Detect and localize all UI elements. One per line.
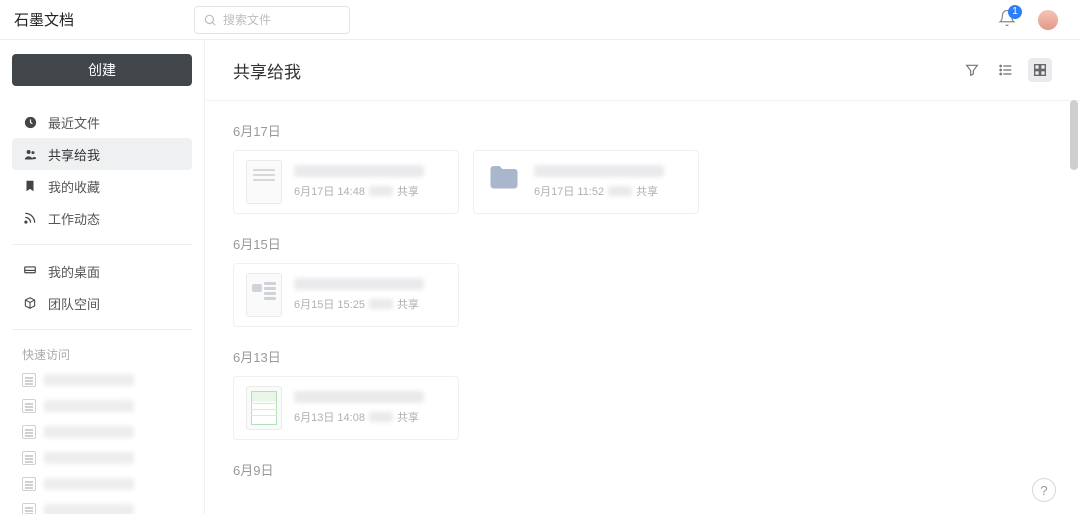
card-meta: 6月13日 14:08 共享 [294, 409, 446, 425]
doc-mini-icon [22, 425, 36, 439]
list-icon [998, 62, 1014, 78]
redacted-title [534, 165, 664, 177]
group-date: 6月9日 [233, 460, 1052, 479]
page-title: 共享给我 [233, 58, 301, 83]
main-header: 共享给我 [205, 40, 1080, 100]
quick-item[interactable] [12, 419, 192, 445]
group-date: 6月17日 [233, 121, 1052, 140]
board-icon [246, 273, 282, 317]
sidebar-item-activity[interactable]: 工作动态 [12, 202, 192, 234]
card-meta: 6月17日 14:48 共享 [294, 183, 446, 199]
divider [12, 244, 192, 245]
sidebar-item-shared[interactable]: 共享给我 [12, 138, 192, 170]
search-box[interactable] [194, 6, 350, 34]
doc-mini-icon [22, 373, 36, 387]
quick-item[interactable] [12, 445, 192, 471]
create-button[interactable]: 创建 [12, 54, 192, 86]
sidebar-item-label: 工作动态 [48, 209, 100, 228]
sidebar-item-desktop[interactable]: 我的桌面 [12, 255, 192, 287]
sidebar: 创建 最近文件 共享给我 我的收藏 工作动态 我的桌面 [0, 40, 205, 514]
redacted-title [294, 165, 424, 177]
sidebar-item-label: 共享给我 [48, 145, 100, 164]
doc-mini-icon [22, 399, 36, 413]
desktop-icon [22, 263, 38, 279]
box-icon [22, 295, 38, 311]
main-panel: 共享给我 6月17日 [205, 40, 1080, 514]
scrollbar-thumb[interactable] [1070, 100, 1078, 170]
divider [12, 329, 192, 330]
people-icon [22, 146, 38, 162]
sheet-icon [246, 386, 282, 430]
search-input[interactable] [223, 13, 341, 27]
sidebar-item-label: 最近文件 [48, 113, 100, 132]
quick-access-title: 快速访问 [12, 340, 192, 367]
card-meta: 6月15日 15:25 共享 [294, 296, 446, 312]
sidebar-item-team[interactable]: 团队空间 [12, 287, 192, 319]
group-date: 6月13日 [233, 347, 1052, 366]
quick-item[interactable] [12, 471, 192, 497]
filter-icon [964, 62, 980, 78]
clock-icon [22, 114, 38, 130]
sidebar-item-recent[interactable]: 最近文件 [12, 106, 192, 138]
redacted-text [44, 426, 134, 438]
file-card[interactable]: 6月15日 15:25 共享 [233, 263, 459, 327]
notification-badge: 1 [1008, 5, 1022, 19]
doc-icon [246, 160, 282, 204]
file-card[interactable]: 6月17日 14:48 共享 [233, 150, 459, 214]
doc-mini-icon [22, 451, 36, 465]
help-button[interactable]: ? [1032, 478, 1056, 502]
redacted-text [44, 504, 134, 514]
sidebar-item-label: 我的收藏 [48, 177, 100, 196]
file-card[interactable]: 6月17日 11:52 共享 [473, 150, 699, 214]
list-view-button[interactable] [994, 58, 1018, 82]
redacted-text [44, 478, 134, 490]
redacted-title [294, 391, 424, 403]
redacted-text [369, 299, 393, 309]
redacted-text [369, 412, 393, 422]
doc-mini-icon [22, 503, 36, 514]
redacted-text [369, 186, 393, 196]
top-bar: 石墨文档 1 [0, 0, 1080, 40]
card-meta: 6月17日 11:52 共享 [534, 183, 686, 199]
quick-item[interactable] [12, 393, 192, 419]
sidebar-item-favorites[interactable]: 我的收藏 [12, 170, 192, 202]
redacted-title [294, 278, 424, 290]
redacted-text [44, 400, 134, 412]
quick-item[interactable] [12, 497, 192, 514]
rss-icon [22, 210, 38, 226]
sidebar-item-label: 团队空间 [48, 294, 100, 313]
redacted-text [44, 374, 134, 386]
search-icon [203, 13, 217, 27]
notifications-button[interactable]: 1 [998, 9, 1016, 32]
content-scroll[interactable]: 6月17日 6月17日 14:48 共享 [205, 100, 1080, 514]
doc-mini-icon [22, 477, 36, 491]
redacted-text [608, 186, 632, 196]
group-date: 6月15日 [233, 234, 1052, 253]
filter-button[interactable] [960, 58, 984, 82]
grid-view-button[interactable] [1028, 58, 1052, 82]
quick-item[interactable] [12, 367, 192, 393]
folder-icon [486, 160, 522, 204]
sidebar-item-label: 我的桌面 [48, 262, 100, 281]
file-card[interactable]: 6月13日 14:08 共享 [233, 376, 459, 440]
bookmark-icon [22, 178, 38, 194]
grid-icon [1032, 62, 1048, 78]
redacted-text [44, 452, 134, 464]
brand-name: 石墨文档 [14, 9, 194, 30]
avatar[interactable] [1038, 10, 1058, 30]
